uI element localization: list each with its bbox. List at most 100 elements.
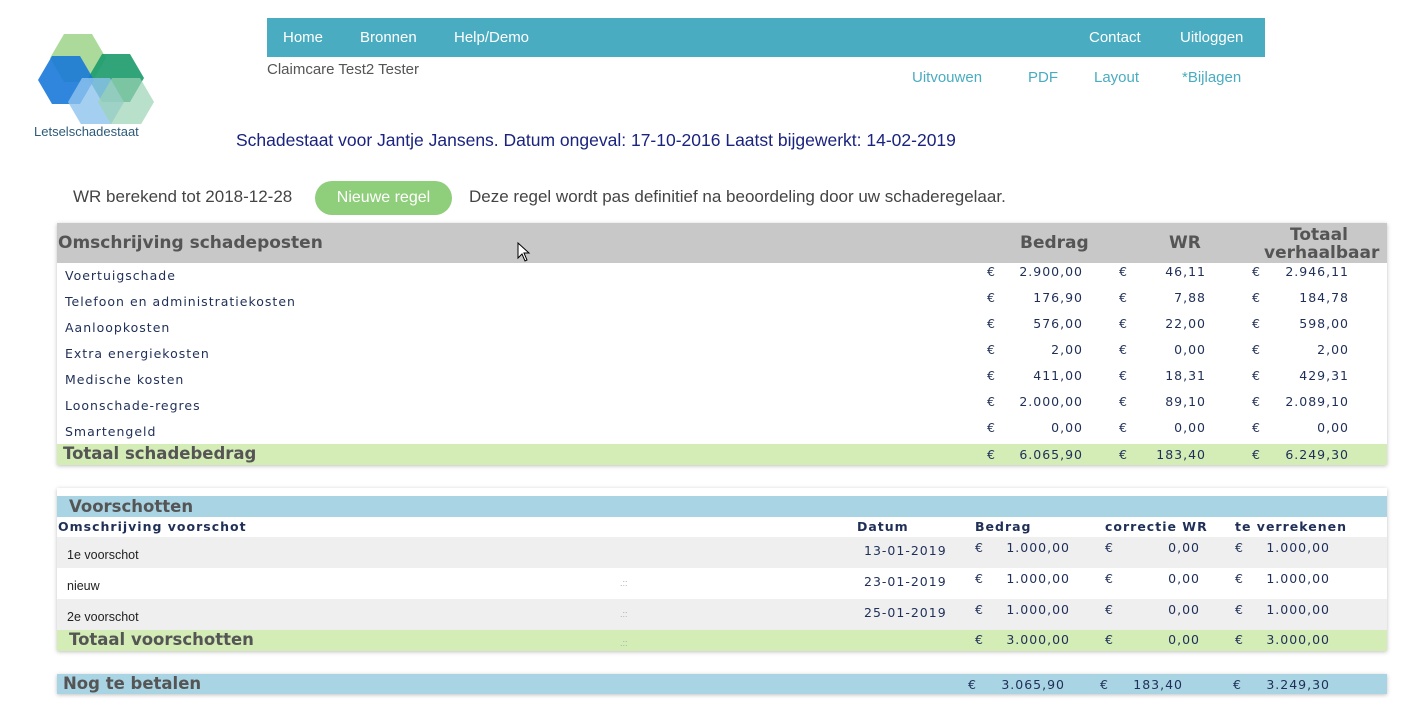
advance-amount[interactable]: 1.000,00 [1006, 540, 1070, 555]
currency-symbol: € [1235, 540, 1243, 555]
advance-date[interactable]: 13-01-2019 [864, 543, 947, 558]
row-total: 598,00 [1299, 316, 1349, 331]
damages-total-total: 6.249,30 [1285, 447, 1349, 462]
row-amount: 176,90 [1033, 290, 1083, 305]
table-row: nieuw.:: 23-01-2019 €1.000,00 €0,00 €1.000,0… [57, 568, 1387, 599]
nav-home[interactable]: Home [283, 29, 323, 46]
row-wr: 0,00 [1174, 420, 1206, 435]
row-total: 2,00 [1317, 342, 1349, 357]
currency-symbol: € [1252, 316, 1260, 331]
row-wr: 46,11 [1165, 264, 1206, 279]
advance-description[interactable]: nieuw [67, 579, 100, 593]
advance-date[interactable]: 25-01-2019 [864, 605, 947, 620]
row-description[interactable]: Telefoon en administratiekosten [65, 294, 296, 309]
currency-symbol: € [1105, 602, 1113, 617]
currency-symbol: € [987, 394, 995, 409]
currency-symbol: € [1235, 602, 1243, 617]
currency-symbol: € [1119, 290, 1127, 305]
advance-settle: 1.000,00 [1266, 602, 1330, 617]
advance-settle: 1.000,00 [1266, 571, 1330, 586]
currency-symbol: € [1105, 632, 1113, 647]
new-row-button[interactable]: Nieuwe regel [315, 181, 452, 215]
advances-total-amount: 3.000,00 [1006, 632, 1070, 647]
resize-grip-icon[interactable]: .:: [620, 609, 628, 619]
advance-settle: 1.000,00 [1266, 540, 1330, 555]
row-wr: 18,31 [1165, 368, 1206, 383]
balance-amount: 3.065,90 [1001, 677, 1065, 692]
advance-amount[interactable]: 1.000,00 [1006, 571, 1070, 586]
table-row: Telefoon en administratiekosten €176,90 €7… [57, 290, 1387, 316]
mouse-cursor-icon [517, 242, 531, 262]
table-row: 2e voorschot.:: 25-01-2019 €1.000,00 €0,00 €… [57, 599, 1387, 630]
advances-total-row: Totaal voorschotten .:: € 3.000,00 € 0,0… [57, 630, 1387, 651]
expand-link[interactable]: Uitvouwen [912, 69, 982, 86]
currency-symbol: € [987, 368, 995, 383]
row-amount: 2.000,00 [1019, 394, 1083, 409]
balance-label: Nog te betalen [63, 674, 202, 693]
nav-logout[interactable]: Uitloggen [1180, 29, 1243, 46]
currency-symbol: € [975, 571, 983, 586]
attachments-link[interactable]: *Bijlagen [1182, 69, 1241, 86]
logo[interactable]: Letselschadestaat [30, 30, 160, 142]
balance-row: Nog te betalen € 3.065,90 € 183,40 € 3.2… [57, 674, 1387, 694]
currency-symbol: € [975, 632, 983, 647]
header-total-line1: Totaal [1290, 225, 1348, 245]
currency-symbol: € [1119, 394, 1127, 409]
damages-total-amount: 6.065,90 [1019, 447, 1083, 462]
damages-table: Omschrijving schadeposten Bedrag WR Tota… [57, 223, 1387, 465]
currency-symbol: € [1100, 677, 1108, 692]
adv-header-date: Datum [857, 519, 909, 534]
damages-total-wr: 183,40 [1156, 447, 1206, 462]
currency-symbol: € [1119, 447, 1127, 462]
row-total: 429,31 [1299, 368, 1349, 383]
currency-symbol: € [1252, 290, 1260, 305]
table-row: Voertuigschade €2.900,00 €46,11 €2.946,11 [57, 264, 1387, 290]
advance-date[interactable]: 23-01-2019 [864, 574, 947, 589]
table-row: Extra energiekosten €2,00 €0,00 €2,00 [57, 342, 1387, 368]
resize-grip-icon[interactable]: .:: [620, 578, 628, 588]
nav-bronnen[interactable]: Bronnen [360, 29, 417, 46]
row-description[interactable]: Medische kosten [65, 372, 184, 387]
currency-symbol: € [987, 447, 995, 462]
adv-header-amount: Bedrag [975, 519, 1032, 534]
resize-grip-icon: .:: [620, 638, 628, 648]
header-description: Omschrijving schadeposten [58, 233, 323, 253]
row-wr: 89,10 [1165, 394, 1206, 409]
advance-description[interactable]: 2e voorschot [67, 610, 139, 624]
pdf-link[interactable]: PDF [1028, 69, 1058, 86]
damages-table-header: Omschrijving schadeposten Bedrag WR Tota… [57, 223, 1387, 263]
row-amount: 2,00 [1051, 342, 1083, 357]
header-total-line2: verhaalbaar [1264, 243, 1380, 263]
advances-total-label: Totaal voorschotten [69, 630, 254, 649]
nav-contact[interactable]: Contact [1089, 29, 1141, 46]
row-description[interactable]: Loonschade-regres [65, 398, 201, 413]
advances-title-bar: Voorschotten [57, 496, 1387, 517]
currency-symbol: € [987, 264, 995, 279]
currency-symbol: € [1119, 342, 1127, 357]
advances-total-correction: 0,00 [1168, 632, 1200, 647]
row-description[interactable]: Smartengeld [65, 424, 156, 439]
currency-symbol: € [1252, 447, 1260, 462]
advances-title: Voorschotten [69, 497, 194, 516]
row-total: 0,00 [1317, 420, 1349, 435]
advance-amount[interactable]: 1.000,00 [1006, 602, 1070, 617]
new-row-note: Deze regel wordt pas definitief na beoor… [469, 187, 1006, 206]
nav-help-demo[interactable]: Help/Demo [454, 29, 529, 46]
advances-total-settle: 3.000,00 [1266, 632, 1330, 647]
row-description[interactable]: Voertuigschade [65, 268, 176, 283]
layout-link[interactable]: Layout [1094, 69, 1139, 86]
advance-description[interactable]: 1e voorschot [67, 548, 139, 562]
top-navigation: Home Bronnen Help/Demo Contact Uitloggen [267, 18, 1265, 57]
balance-total: 3.249,30 [1266, 677, 1330, 692]
row-description[interactable]: Extra energiekosten [65, 346, 210, 361]
row-description[interactable]: Aanloopkosten [65, 320, 170, 335]
currency-symbol: € [987, 342, 995, 357]
currency-symbol: € [1119, 420, 1127, 435]
adv-header-correction: correctie WR [1105, 519, 1208, 534]
currency-symbol: € [1235, 632, 1243, 647]
page-title: Schadestaat voor Jantje Jansens. Datum o… [236, 130, 956, 150]
balance-wr: 183,40 [1133, 677, 1183, 692]
header-wr: WR [1169, 233, 1201, 253]
adv-header-settle: te verrekenen [1235, 519, 1347, 534]
currency-symbol: € [1252, 420, 1260, 435]
